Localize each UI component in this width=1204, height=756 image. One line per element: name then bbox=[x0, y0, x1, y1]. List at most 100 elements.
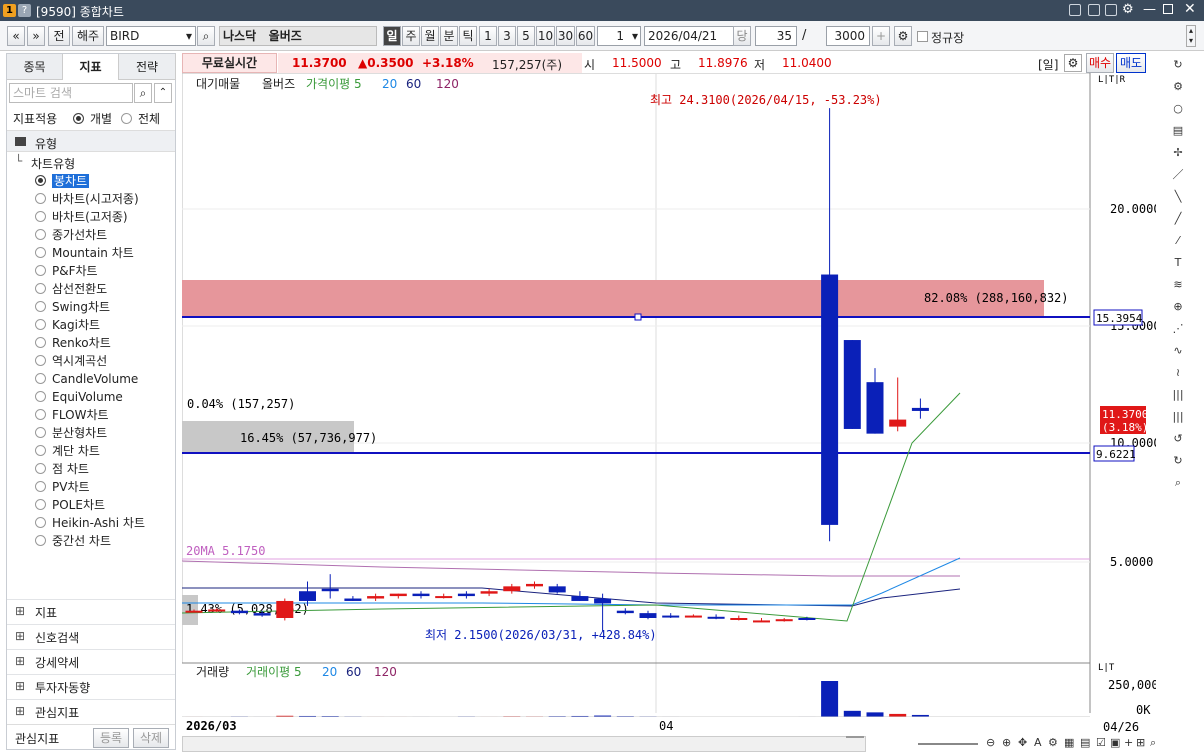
restore-icon[interactable] bbox=[1163, 4, 1173, 14]
interval-30-button[interactable]: 30 bbox=[556, 26, 575, 46]
candle-body[interactable] bbox=[548, 586, 566, 593]
period-minute-button[interactable]: 분 bbox=[440, 26, 458, 46]
candle-body[interactable] bbox=[639, 613, 657, 618]
chart-type-item[interactable]: 역시계곡선 bbox=[35, 352, 107, 370]
period-month-button[interactable]: 월 bbox=[421, 26, 439, 46]
chevron-down-icon[interactable]: ▾ bbox=[186, 27, 192, 45]
candle-body[interactable] bbox=[185, 610, 203, 613]
candle-body[interactable] bbox=[684, 615, 702, 618]
new-window-icon[interactable] bbox=[1069, 4, 1081, 16]
search-icon[interactable]: ⌕ bbox=[134, 83, 152, 103]
chart-type-item[interactable]: 종가선차트 bbox=[35, 226, 107, 244]
radio-icon[interactable] bbox=[35, 193, 46, 204]
text-tool-icon[interactable]: T bbox=[1170, 255, 1186, 271]
ray-icon[interactable]: ╲ bbox=[1170, 189, 1186, 205]
period-tick-button[interactable]: 틱 bbox=[459, 26, 477, 46]
opt-all[interactable]: 전체 bbox=[121, 110, 160, 127]
tab-strategy[interactable]: 전략 bbox=[119, 54, 176, 80]
interval-select[interactable]: 1 ▾ bbox=[597, 26, 641, 46]
magnifier-icon[interactable]: ⌕ bbox=[1150, 736, 1156, 750]
gear-icon[interactable]: ⚙ bbox=[1122, 2, 1134, 17]
circle-icon[interactable]: ○ bbox=[1170, 101, 1186, 117]
zoom-slider[interactable] bbox=[918, 743, 978, 745]
table-icon[interactable]: ▤ bbox=[1080, 736, 1090, 750]
radio-icon[interactable] bbox=[35, 211, 46, 222]
radio-icon[interactable] bbox=[35, 175, 46, 186]
zoom-out-icon[interactable]: ⊖ bbox=[986, 736, 995, 750]
redo-icon[interactable]: ↻ bbox=[1170, 453, 1186, 469]
sell-button[interactable]: 매도 bbox=[1116, 53, 1146, 73]
candle-body[interactable] bbox=[276, 600, 294, 618]
period-week-button[interactable]: 주 bbox=[402, 26, 420, 46]
auto-trend-icon[interactable]: ⁄ bbox=[1170, 233, 1186, 249]
nav-prev-button[interactable]: « bbox=[7, 26, 25, 46]
candle-body[interactable] bbox=[730, 618, 748, 620]
opt-individual[interactable]: 개별 bbox=[73, 110, 112, 127]
radio-icon[interactable] bbox=[35, 427, 46, 438]
chart-type-item[interactable]: PV차트 bbox=[35, 478, 90, 496]
candle-body[interactable] bbox=[798, 618, 816, 620]
date-input[interactable]: 2026/04/21 bbox=[644, 26, 736, 46]
check-icon[interactable]: ☑ bbox=[1096, 736, 1106, 750]
close-icon[interactable]: ✕ bbox=[1184, 1, 1196, 17]
radio-icon[interactable] bbox=[35, 229, 46, 240]
collapse-icon[interactable]: ⌃ bbox=[154, 83, 172, 103]
radio-icon[interactable] bbox=[35, 319, 46, 330]
radio-icon[interactable] bbox=[35, 247, 46, 258]
candle-body[interactable] bbox=[707, 616, 725, 619]
folder-item[interactable]: ⊞ 강세약세 bbox=[7, 649, 175, 674]
candle-body[interactable] bbox=[367, 596, 385, 599]
camera-icon[interactable] bbox=[1105, 4, 1117, 16]
radio-icon[interactable] bbox=[35, 373, 46, 384]
candle-body[interactable] bbox=[253, 613, 271, 616]
interval-60-button[interactable]: 60 bbox=[576, 26, 595, 46]
symbol-input[interactable]: BIRD ▾ bbox=[106, 26, 196, 46]
chart-type-item[interactable]: 점 차트 bbox=[35, 460, 89, 478]
radio-icon[interactable] bbox=[35, 517, 46, 528]
radio-icon[interactable] bbox=[35, 337, 46, 348]
candle-body[interactable] bbox=[480, 591, 498, 594]
split-icon[interactable]: ⊞ bbox=[1136, 736, 1145, 750]
candle-body[interactable] bbox=[208, 609, 226, 612]
gear-icon[interactable]: ⚙ bbox=[1170, 79, 1186, 95]
tab-indicator[interactable]: 지표 bbox=[63, 54, 119, 80]
chart-type-item[interactable]: 바차트(고저종) bbox=[35, 208, 128, 226]
chevron-down-icon[interactable]: ▾ bbox=[632, 27, 638, 45]
vertical-lines-icon[interactable]: ||| bbox=[1170, 387, 1186, 403]
line-handle[interactable] bbox=[634, 313, 642, 321]
volume-bar[interactable] bbox=[821, 681, 839, 717]
folder-item[interactable]: ⊞ 지표 bbox=[7, 599, 175, 624]
chart-type-item[interactable]: Mountain 차트 bbox=[35, 244, 134, 262]
expand-plus-icon[interactable]: ⊞ bbox=[15, 704, 25, 718]
chart-type-item[interactable]: 봉차트 bbox=[35, 172, 90, 190]
pan-icon[interactable]: ✥ bbox=[1018, 736, 1027, 750]
undo-icon[interactable]: ↺ bbox=[1170, 431, 1186, 447]
candle-body[interactable] bbox=[616, 610, 634, 614]
interval-5-button[interactable]: 5 bbox=[517, 26, 535, 46]
radio-icon[interactable] bbox=[35, 463, 46, 474]
radio-icon[interactable] bbox=[35, 409, 46, 420]
total-input[interactable]: 3000 bbox=[826, 26, 870, 46]
expand-plus-icon[interactable]: ⊞ bbox=[15, 654, 25, 668]
regular-checkbox[interactable] bbox=[917, 31, 928, 42]
expand-plus-icon[interactable]: ⊞ bbox=[15, 679, 25, 693]
radio-icon[interactable] bbox=[35, 301, 46, 312]
candle-body[interactable] bbox=[889, 419, 907, 427]
gear-icon[interactable]: ⚙ bbox=[1048, 736, 1058, 750]
fibonacci-icon[interactable]: ≋ bbox=[1170, 277, 1186, 293]
expand-plus-icon[interactable]: ⊞ bbox=[15, 629, 25, 643]
refresh-icon[interactable]: ↻ bbox=[1170, 57, 1186, 73]
toolbar-scroll[interactable]: ▴ ▾ bbox=[1186, 25, 1196, 47]
candle-body[interactable] bbox=[503, 586, 521, 592]
radio-icon[interactable] bbox=[35, 445, 46, 456]
candle-body[interactable] bbox=[843, 340, 861, 429]
crosshair-icon[interactable]: ✢ bbox=[1170, 145, 1186, 161]
search-icon[interactable]: ⌕ bbox=[197, 26, 215, 46]
candle-body[interactable] bbox=[821, 274, 839, 525]
radio-icon[interactable] bbox=[35, 355, 46, 366]
chart-type-item[interactable]: 바차트(시고저종) bbox=[35, 190, 139, 208]
chart-type-item[interactable]: FLOW차트 bbox=[35, 406, 109, 424]
folder-item[interactable]: ⊞ 신호검색 bbox=[7, 624, 175, 649]
chart-type-item[interactable]: 분산형차트 bbox=[35, 424, 107, 442]
expand-plus-icon[interactable]: ⊞ bbox=[15, 604, 25, 618]
